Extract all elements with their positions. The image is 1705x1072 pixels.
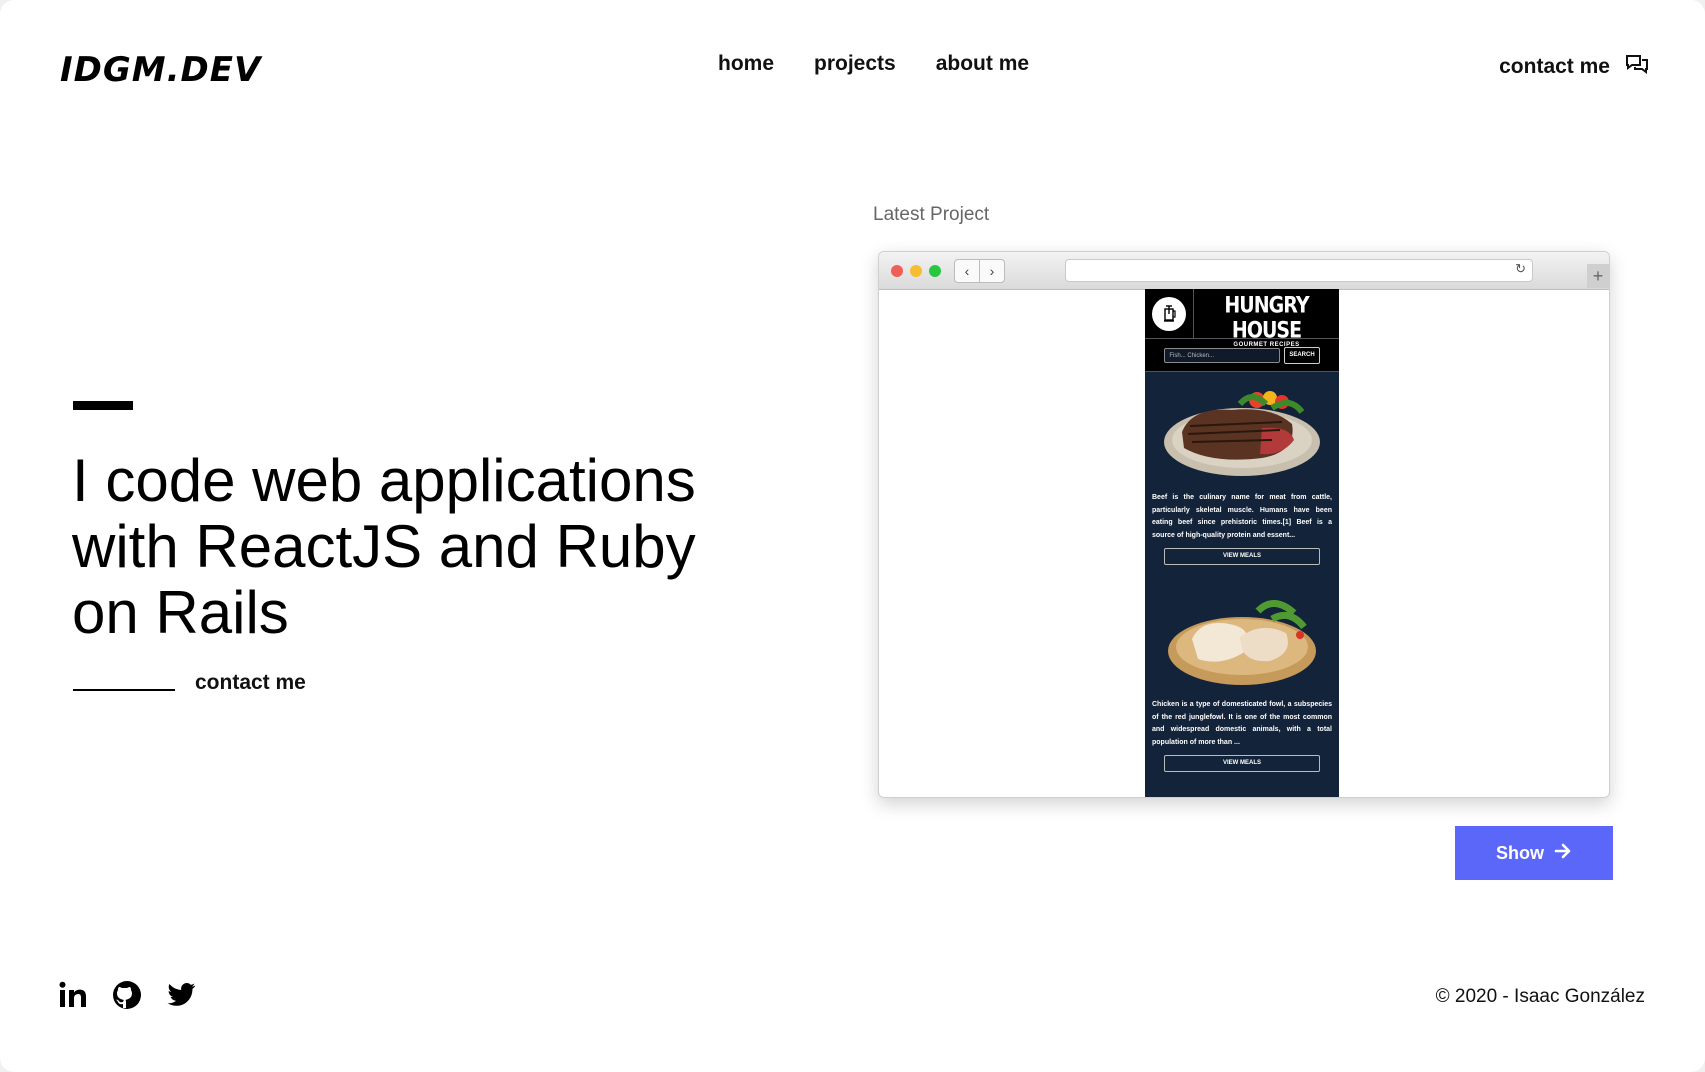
- preview-search-button: SEARCH: [1284, 346, 1320, 364]
- preview-logo-box: [1145, 289, 1194, 338]
- reload-icon: ↻: [1515, 261, 1526, 276]
- header-contact-label: contact me: [1499, 55, 1610, 78]
- chicken-dish-image: [1168, 600, 1316, 685]
- hero-contact-label: contact me: [195, 671, 306, 694]
- preview-view-meals-button: VIEW MEALS: [1164, 548, 1320, 565]
- preview-card-text: Beef is the culinary name for meat from …: [1152, 494, 1332, 539]
- browser-toolbar: ‹ › ↻ +: [879, 252, 1609, 290]
- copyright-text: © 2020 - Isaac González: [1435, 986, 1645, 1007]
- twitter-icon[interactable]: [166, 980, 196, 1010]
- arrow-right-icon: [1554, 842, 1572, 865]
- hero-title: I code web applications with ReactJS and…: [72, 448, 712, 646]
- preview-card-chicken: Chicken is a type of domesticated fowl, …: [1145, 565, 1339, 772]
- preview-view-meals-button: VIEW MEALS: [1164, 755, 1320, 772]
- hero-title-line: I code web applications: [72, 447, 696, 514]
- nav-about-me[interactable]: about me: [936, 52, 1029, 76]
- browser-nav-buttons: ‹ ›: [954, 259, 1005, 283]
- chat-bubbles-icon: [1624, 52, 1650, 82]
- preview-site: HUNGRY HOUSE GOURMET RECIPES Fish... Chi…: [1145, 289, 1339, 797]
- preview-site-header: HUNGRY HOUSE GOURMET RECIPES: [1145, 289, 1339, 348]
- linkedin-icon[interactable]: [58, 980, 88, 1010]
- preview-card-text: Chicken is a type of domesticated fowl, …: [1152, 701, 1332, 746]
- hero-title-line: with ReactJS and Ruby: [72, 513, 696, 580]
- social-links: [58, 980, 196, 1010]
- minimize-dot-icon: [910, 265, 922, 277]
- header-contact-link[interactable]: contact me: [1499, 52, 1650, 82]
- hero-accent-bar: [73, 401, 133, 410]
- beef-dish-image: [1164, 391, 1320, 476]
- preview-card-beef: Beef is the culinary name for meat from …: [1145, 372, 1339, 565]
- close-dot-icon: [891, 265, 903, 277]
- hero-contact-link[interactable]: contact me: [73, 671, 306, 695]
- preview-search-input: Fish... Chicken...: [1164, 347, 1281, 363]
- github-icon[interactable]: [112, 980, 142, 1010]
- hero-title-line: on Rails: [72, 579, 289, 646]
- new-tab-icon: +: [1587, 264, 1609, 288]
- nav-projects[interactable]: projects: [814, 52, 896, 76]
- preview-title: HUNGRY HOUSE: [1224, 292, 1309, 344]
- project-preview-window: ‹ › ↻ + HUNGRY HOUSE GOURMET RECIPES Fis…: [878, 251, 1610, 798]
- browser-url-bar: ↻: [1065, 259, 1533, 282]
- page: IDGM.DEV home projects about me contact …: [0, 0, 1705, 1072]
- show-button-label: Show: [1496, 842, 1544, 863]
- latest-project-label: Latest Project: [873, 204, 990, 225]
- nav-home[interactable]: home: [718, 52, 774, 76]
- maximize-dot-icon: [929, 265, 941, 277]
- hero-contact-line: [73, 689, 175, 691]
- french-press-icon: [1152, 296, 1186, 331]
- site-logo[interactable]: IDGM.DEV: [60, 50, 261, 90]
- show-project-button[interactable]: Show: [1455, 826, 1613, 880]
- chevron-left-icon: ‹: [964, 263, 970, 279]
- preview-site-title: HUNGRY HOUSE GOURMET RECIPES: [1194, 289, 1339, 348]
- main-nav: home projects about me: [718, 52, 1029, 76]
- chevron-right-icon: ›: [979, 260, 1004, 282]
